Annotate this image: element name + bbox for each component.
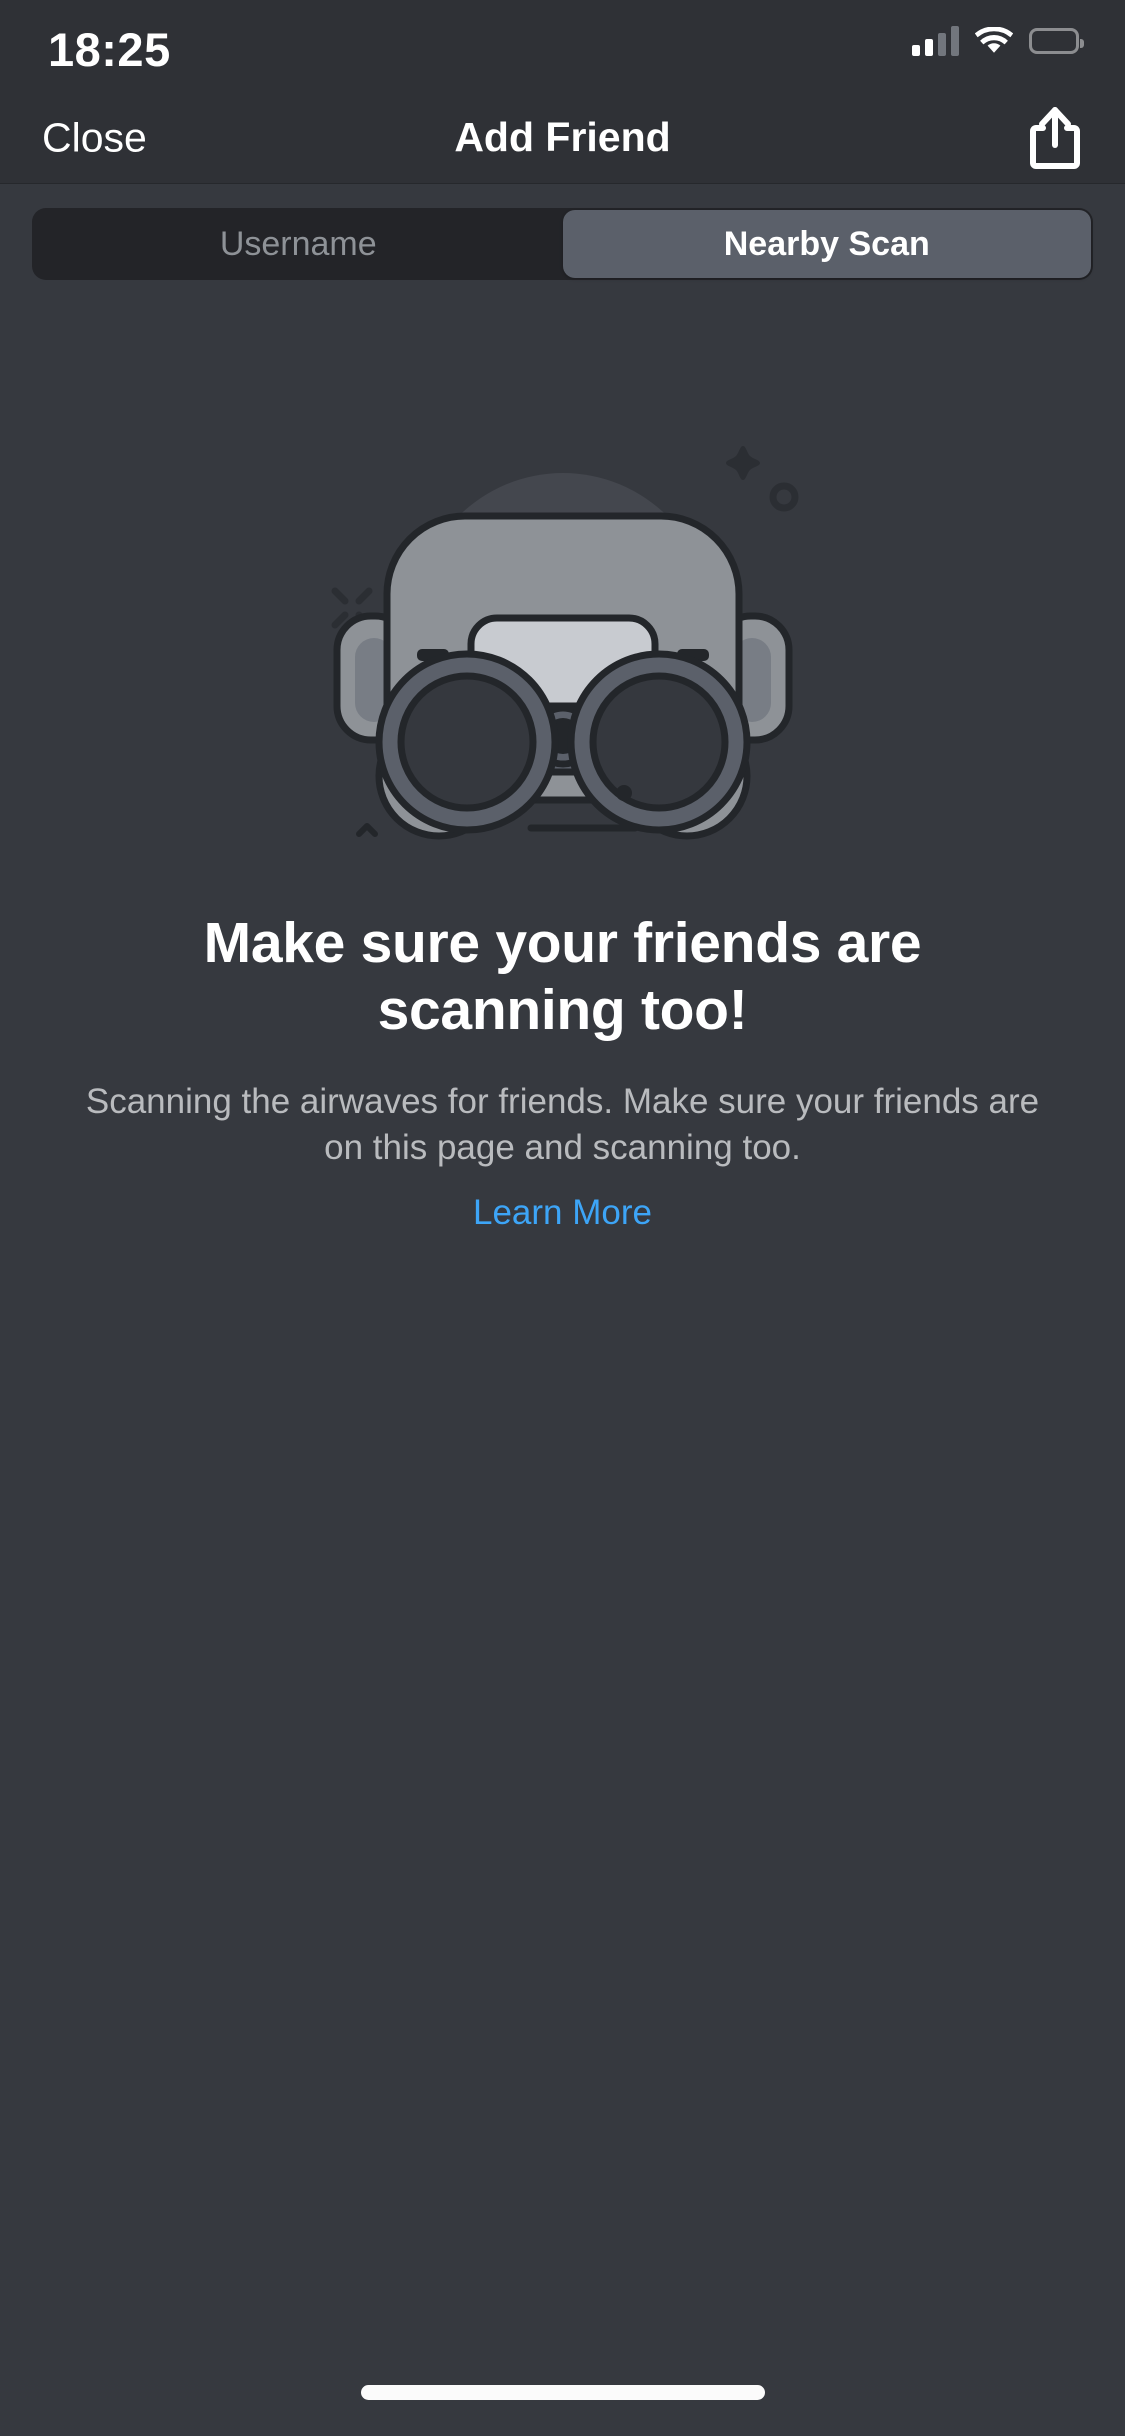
empty-state-content: Make sure your friends are scanning too!… [0, 280, 1125, 2366]
home-indicator-container [0, 2366, 1125, 2436]
tab-nearby-scan[interactable]: Nearby Scan [562, 210, 1091, 278]
learn-more-link[interactable]: Learn More [473, 1193, 652, 1233]
empty-state-headline: Make sure your friends are scanning too! [203, 911, 922, 1043]
cellular-signal-icon [912, 26, 959, 56]
segmented-control-container: Username Nearby Scan [0, 184, 1125, 280]
tab-username[interactable]: Username [34, 210, 563, 278]
status-bar-icons [912, 26, 1084, 56]
status-bar-time: 18:25 [48, 23, 171, 76]
wifi-icon [974, 26, 1014, 55]
empty-state-body: Scanning the airwaves for friends. Make … [85, 1081, 1040, 1167]
page-title: Add Friend [454, 114, 671, 160]
wumpus-with-binoculars-illustration [283, 406, 843, 866]
home-indicator[interactable] [360, 2384, 765, 2400]
phone-screen: 18:25 Close Add Friend Username Nearby S… [0, 0, 1125, 2436]
nav-bar: Close Add Friend [0, 92, 1125, 184]
status-bar: 18:25 [0, 0, 1125, 92]
close-button[interactable]: Close [42, 114, 147, 161]
share-icon[interactable] [1027, 106, 1083, 169]
segmented-control: Username Nearby Scan [32, 208, 1093, 280]
battery-icon [1029, 28, 1084, 54]
